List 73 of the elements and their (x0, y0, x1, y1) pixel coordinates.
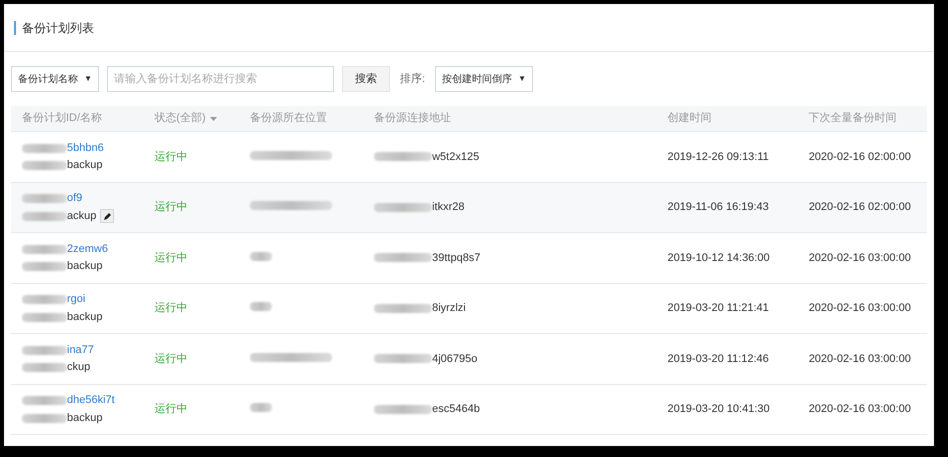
caret-down-icon[interactable] (210, 116, 217, 120)
address-text: esc5464b (432, 402, 480, 417)
column-header: 创建时间 (667, 111, 712, 126)
next-backup-time: 2020-02-16 02:00:00 (808, 201, 911, 213)
table-row[interactable]: of9 ackup 运行中 itkxr28 2019-11-06 16:19:43 2020-02-16 02:00:00 (11, 182, 927, 233)
created-time: 2019-11-06 16:19:43 (667, 201, 769, 213)
status-text: 运行中 (154, 201, 188, 213)
page-title: 备份计划列表 (22, 20, 94, 36)
address-text: itkxr28 (432, 200, 465, 215)
redaction-blur (374, 253, 432, 262)
sort-label: 排序: (400, 72, 426, 87)
redaction-blur (374, 202, 432, 212)
next-backup-time: 2020-02-16 03:00:00 (808, 302, 911, 314)
next-backup-time: 2020-02-16 03:00:00 (808, 352, 911, 364)
status-text: 运行中 (154, 403, 188, 415)
plan-id-link[interactable]: dhe56ki7t (67, 392, 115, 409)
column-header: 下次全量备份时间 (808, 111, 897, 126)
search-field[interactable]: 请输入备份计划名称进行搜索 (107, 66, 334, 92)
redaction-blur (22, 262, 67, 271)
plan-id-link[interactable]: 2zemw6 (67, 240, 108, 258)
plan-name: backup (67, 310, 102, 325)
status-text: 运行中 (154, 252, 188, 264)
column-header: 备份源连接地址 (374, 110, 452, 126)
plan-name: backup (67, 158, 102, 174)
redaction-blur (22, 212, 67, 220)
redaction-blur (374, 404, 432, 414)
redaction-blur (374, 152, 432, 162)
status-text: 运行中 (154, 302, 188, 314)
address-text: w5t2x125 (432, 150, 480, 164)
redaction-blur (250, 403, 272, 412)
redaction-blur (22, 396, 67, 405)
table-row[interactable]: rgoi backup 运行中 8iyrzlzi 2019-03-20 11:21:41 2020-02-16 03:00:00 (11, 284, 927, 334)
field-select[interactable]: 备份计划名称 ▼ (11, 66, 99, 92)
plan-id-link[interactable]: 5bhbn6 (67, 140, 104, 156)
plan-id-link[interactable]: ina77 (67, 342, 94, 358)
redaction-blur (22, 363, 67, 372)
redaction-blur (250, 252, 272, 260)
redaction-blur (22, 312, 67, 322)
address-text: 39ttpq8s7 (432, 250, 480, 266)
plan-name: backup (67, 410, 102, 426)
address-text: 4j06795o (432, 352, 478, 366)
plan-name: ckup (67, 360, 90, 376)
redaction-blur (22, 346, 67, 354)
created-time: 2019-03-20 10:41:30 (667, 403, 770, 415)
redaction-blur (22, 194, 67, 203)
table-row[interactable]: dhe56ki7t backup 运行中 esc5464b 2019-03-20 10:41:30 2020-02-16 03:00:00 (11, 384, 927, 435)
created-time: 2019-12-26 09:13:11 (667, 150, 769, 162)
redaction-blur (22, 414, 67, 422)
plan-name: backup (67, 259, 102, 274)
address-text: 8iyrzlzi (432, 301, 466, 316)
next-backup-time: 2020-02-16 03:00:00 (808, 252, 911, 264)
column-header: 备份计划ID/名称 (22, 111, 102, 126)
next-backup-time: 2020-02-16 03:00:00 (808, 403, 911, 415)
status-text: 运行中 (154, 150, 188, 162)
redaction-blur (22, 161, 67, 170)
status-text: 运行中 (154, 352, 188, 364)
redaction-blur (374, 354, 432, 364)
redaction-blur (22, 295, 67, 304)
column-header: 备份源所在位置 (250, 111, 327, 126)
next-backup-time: 2020-02-16 02:00:00 (808, 150, 911, 162)
redaction-blur (22, 144, 67, 152)
edit-icon[interactable] (100, 209, 114, 223)
redaction-blur (22, 244, 67, 254)
created-time: 2019-03-20 11:12:46 (667, 352, 769, 364)
created-time: 2019-10-12 14:36:00 (667, 252, 770, 264)
sort-select[interactable]: 按创建时间倒序 ▼ (435, 66, 534, 92)
redaction-blur (250, 302, 272, 311)
plan-id-link[interactable]: rgoi (67, 291, 86, 308)
search-button[interactable]: 搜索 (342, 66, 390, 92)
redaction-blur (374, 304, 432, 313)
plan-name: ackup (67, 208, 96, 224)
created-time: 2019-03-20 11:21:41 (667, 302, 769, 314)
plan-id-link[interactable]: of9 (67, 190, 82, 207)
